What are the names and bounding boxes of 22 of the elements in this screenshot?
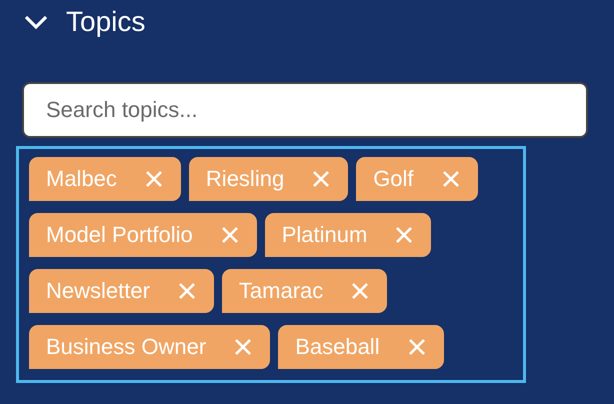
search-field[interactable]: Search topics... <box>22 82 588 138</box>
chevron-icon <box>24 14 48 30</box>
close-icon[interactable] <box>442 170 460 188</box>
close-icon[interactable] <box>408 338 426 356</box>
close-icon[interactable] <box>178 282 196 300</box>
close-icon[interactable] <box>220 226 239 244</box>
tag-label: Malbec <box>46 166 117 192</box>
tag-label: Business Owner <box>46 334 206 360</box>
tag-label: Model Portfolio <box>46 222 193 248</box>
close-icon[interactable] <box>312 170 330 188</box>
tag-label: Baseball <box>295 334 380 360</box>
tag-label: Newsletter <box>46 278 150 304</box>
collapse-toggle[interactable] <box>24 14 48 30</box>
tag-label: Riesling <box>206 166 284 192</box>
close-icon[interactable] <box>234 338 252 356</box>
tag-label: Platinum <box>282 222 368 248</box>
tag-label: Golf <box>373 166 414 192</box>
section-title: Topics <box>66 6 146 38</box>
close-icon[interactable] <box>351 282 370 300</box>
close-icon[interactable] <box>395 226 414 244</box>
tag-label: Tamarac <box>238 278 324 304</box>
close-icon[interactable] <box>144 170 163 188</box>
